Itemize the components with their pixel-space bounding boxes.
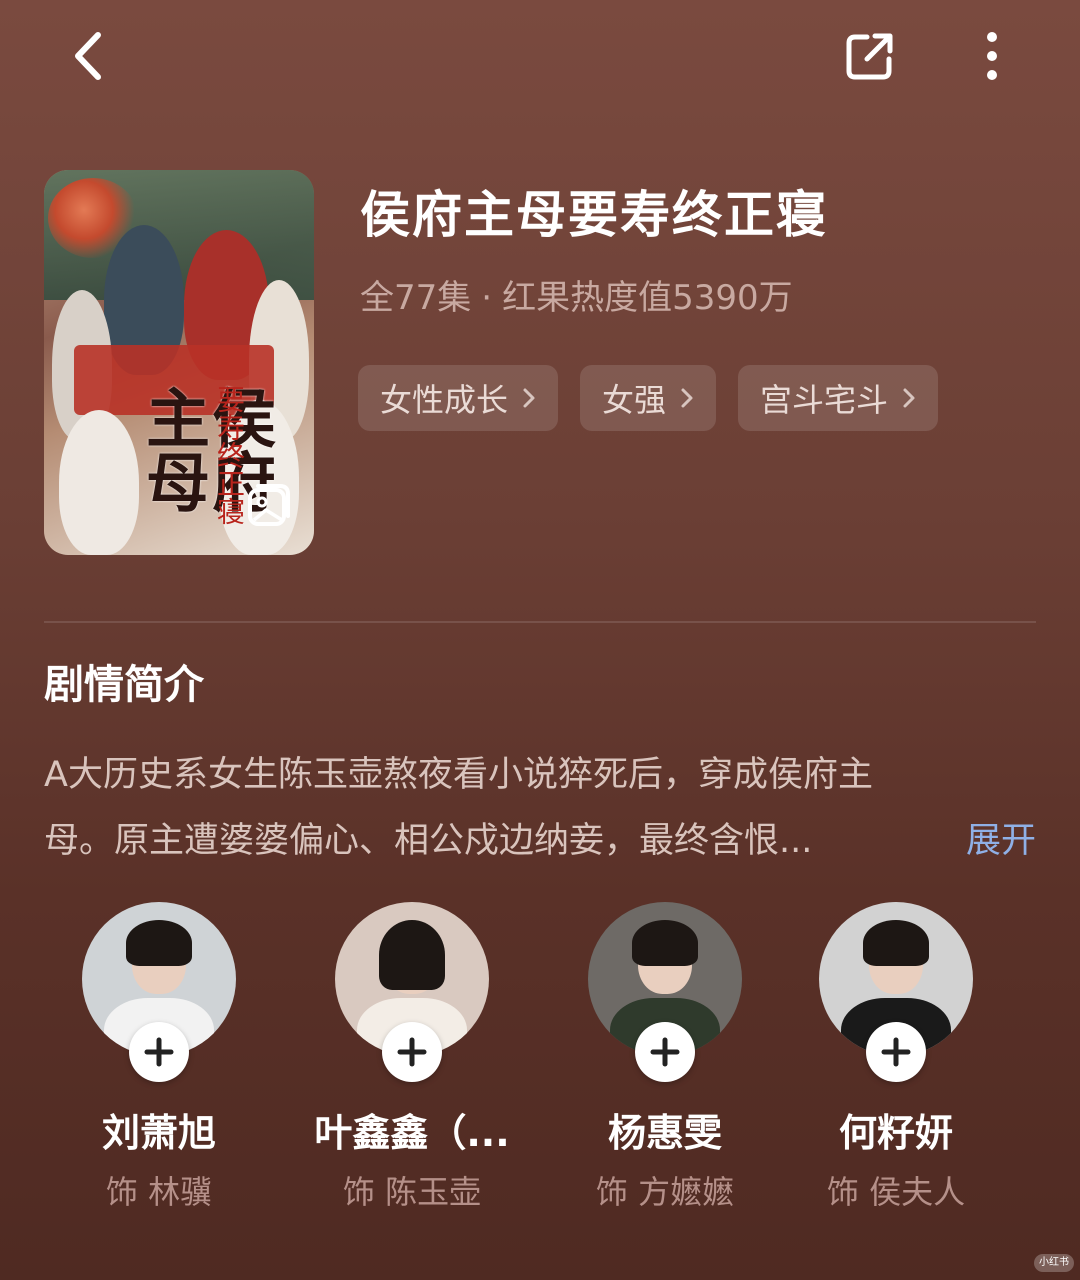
tag-label: 女性成长: [380, 381, 509, 419]
drama-title: 侯府主母要寿终正寝: [360, 186, 828, 244]
follow-button[interactable]: [635, 1022, 695, 1082]
synopsis-heading: 剧情简介: [44, 662, 204, 708]
chevron-right-icon: [681, 388, 693, 408]
plus-icon: [881, 1037, 911, 1067]
chevron-left-icon: [75, 32, 101, 80]
follow-button[interactable]: [866, 1022, 926, 1082]
episode-count: 全77集: [360, 278, 472, 318]
cast-name: 刘萧旭: [101, 1111, 216, 1155]
cast-list: 刘萧旭 饰 林骥 叶鑫鑫（... 饰 陈玉壶 杨惠雯 饰 方嬷嬷 何籽妍 饰 侯…: [0, 902, 1080, 1222]
avatar-hair: [863, 920, 929, 966]
tag-chip[interactable]: 女强: [580, 365, 717, 431]
more-vertical-icon: [987, 32, 997, 80]
cast-name: 何籽妍: [838, 1111, 953, 1155]
chevron-right-icon: [903, 388, 915, 408]
heat-value: 红果热度值5390万: [502, 278, 793, 318]
avatar-hair: [379, 920, 445, 990]
cast-role: 饰 方嬷嬷: [595, 1173, 735, 1211]
avatar-hair: [126, 920, 192, 966]
follow-button[interactable]: [382, 1022, 442, 1082]
more-button[interactable]: [952, 16, 1032, 96]
cast-role: 饰 侯夫人: [826, 1173, 966, 1211]
tag-chip[interactable]: 宫斗宅斗: [738, 365, 939, 431]
tag-list: 女性成长 女强 宫斗宅斗: [358, 365, 939, 431]
tag-label: 女强: [602, 381, 667, 419]
synopsis-line: A大历史系女生陈玉壶熬夜看小说猝死后，穿成侯府主: [44, 755, 873, 795]
chevron-right-icon: [523, 388, 535, 408]
section-divider: [44, 621, 1036, 623]
synopsis-line: 母。原主遭婆婆偏心、相公戍边纳妾，最终含恨... 展开: [44, 808, 1036, 874]
tag-label: 宫斗宅斗: [760, 381, 889, 419]
back-button[interactable]: [48, 16, 128, 96]
poster-figure: [59, 410, 139, 555]
plus-icon: [397, 1037, 427, 1067]
plus-icon: [144, 1037, 174, 1067]
cast-role: 饰 林骥: [105, 1173, 213, 1211]
cast-role: 饰 陈玉壶: [342, 1173, 482, 1211]
synopsis-line-text: 母。原主遭婆婆偏心、相公戍边纳妾，最终含恨...: [44, 821, 813, 861]
watermark: 小红书: [1034, 1254, 1074, 1272]
top-bar: [0, 0, 1080, 110]
meta-separator: ·: [481, 278, 493, 318]
expand-button[interactable]: 展开: [966, 808, 1036, 874]
share-icon: [846, 33, 893, 80]
plus-icon: [650, 1037, 680, 1067]
gallery-icon[interactable]: [246, 482, 292, 528]
poster-subtitle: 要寿终正寝: [213, 385, 246, 525]
synopsis-text[interactable]: A大历史系女生陈玉壶熬夜看小说猝死后，穿成侯府主 母。原主遭婆婆偏心、相公戍边纳…: [44, 742, 1036, 874]
cast-name: 叶鑫鑫（...: [314, 1111, 510, 1155]
drama-meta: 全77集 · 红果热度值5390万: [360, 270, 793, 319]
share-button[interactable]: [830, 16, 910, 96]
cast-name: 杨惠雯: [607, 1111, 722, 1155]
follow-button[interactable]: [129, 1022, 189, 1082]
poster-calligraphy: 侯府主母: [135, 385, 276, 513]
avatar-hair: [632, 920, 698, 966]
tag-chip[interactable]: 女性成长: [358, 365, 559, 431]
drama-poster[interactable]: 侯府主母 要寿终正寝: [44, 170, 314, 555]
